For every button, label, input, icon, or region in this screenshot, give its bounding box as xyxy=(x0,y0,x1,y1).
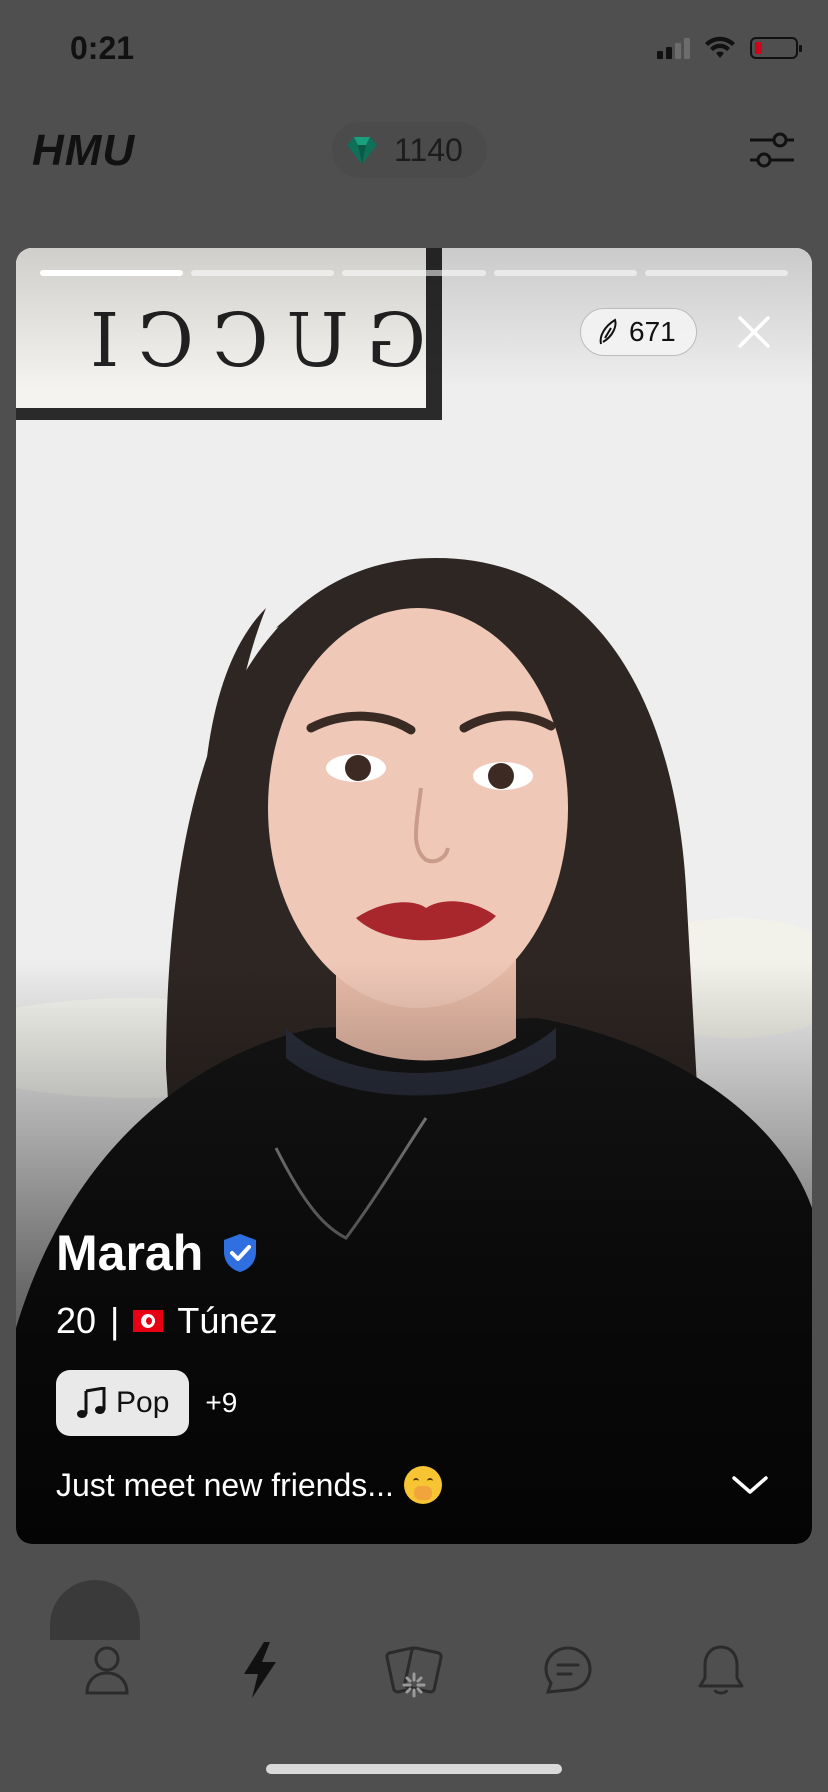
music-note-icon xyxy=(77,1387,106,1418)
profile-info: Marah 20 | Túnez Pop +9 Just meet new fr… xyxy=(56,1224,772,1504)
signal-icon xyxy=(657,37,690,59)
profile-bio: Just meet new friends... xyxy=(56,1466,442,1504)
status-bar: 0:21 xyxy=(0,0,828,100)
progress-segment xyxy=(191,270,335,276)
status-time: 0:21 xyxy=(70,30,135,66)
more-tags[interactable]: +9 xyxy=(205,1387,237,1419)
expand-button[interactable] xyxy=(728,1470,772,1500)
cards-icon xyxy=(385,1646,443,1698)
close-button[interactable] xyxy=(732,310,776,354)
bell-icon xyxy=(698,1645,744,1695)
home-indicator[interactable] xyxy=(266,1764,562,1774)
tag-chip-pop[interactable]: Pop xyxy=(56,1370,190,1436)
tag-label: Pop xyxy=(116,1386,170,1419)
app-logo: HMU xyxy=(32,126,136,175)
wifi-icon xyxy=(705,36,735,58)
gem-count: 1140 xyxy=(394,131,463,168)
verified-icon xyxy=(224,1234,257,1272)
profile-country: Túnez xyxy=(177,1300,278,1341)
person-icon xyxy=(85,1646,129,1695)
progress-segment xyxy=(342,270,486,276)
photo-progress xyxy=(40,270,789,276)
tunisia-flag-icon xyxy=(133,1310,164,1332)
progress-segment xyxy=(493,270,637,276)
hand-over-mouth-emoji xyxy=(403,1466,442,1504)
profile-card[interactable]: GUCCI xyxy=(16,248,812,1544)
nav-item-discover[interactable] xyxy=(220,1630,300,1710)
sliders-icon xyxy=(750,132,794,168)
status-icons xyxy=(657,36,802,60)
wing-icon xyxy=(599,318,617,345)
bio-text: Just meet new friends... xyxy=(56,1466,394,1503)
likes-badge[interactable]: 671 xyxy=(580,308,697,356)
likes-count: 671 xyxy=(629,316,676,347)
lightning-icon xyxy=(244,1642,277,1698)
close-icon xyxy=(738,316,770,348)
chevron-down-icon xyxy=(732,1476,768,1494)
progress-segment xyxy=(644,270,789,276)
battery-icon xyxy=(750,37,802,59)
meta-separator: | xyxy=(110,1300,120,1341)
nav-item-profile[interactable] xyxy=(67,1630,147,1710)
gem-counter[interactable]: 1140 xyxy=(332,122,487,178)
nav-item-chat[interactable] xyxy=(528,1630,608,1710)
progress-segment xyxy=(40,270,184,276)
profile-name: Marah xyxy=(56,1225,204,1281)
filter-button[interactable] xyxy=(746,124,798,176)
profile-age: 20 xyxy=(56,1300,97,1341)
app-header: HMU 1140 xyxy=(0,110,828,192)
nav-item-notifications[interactable] xyxy=(681,1630,761,1710)
nav-item-cards[interactable] xyxy=(374,1630,454,1710)
chat-icon xyxy=(544,1646,592,1694)
gem-icon xyxy=(347,137,377,164)
bottom-nav xyxy=(0,1610,828,1730)
